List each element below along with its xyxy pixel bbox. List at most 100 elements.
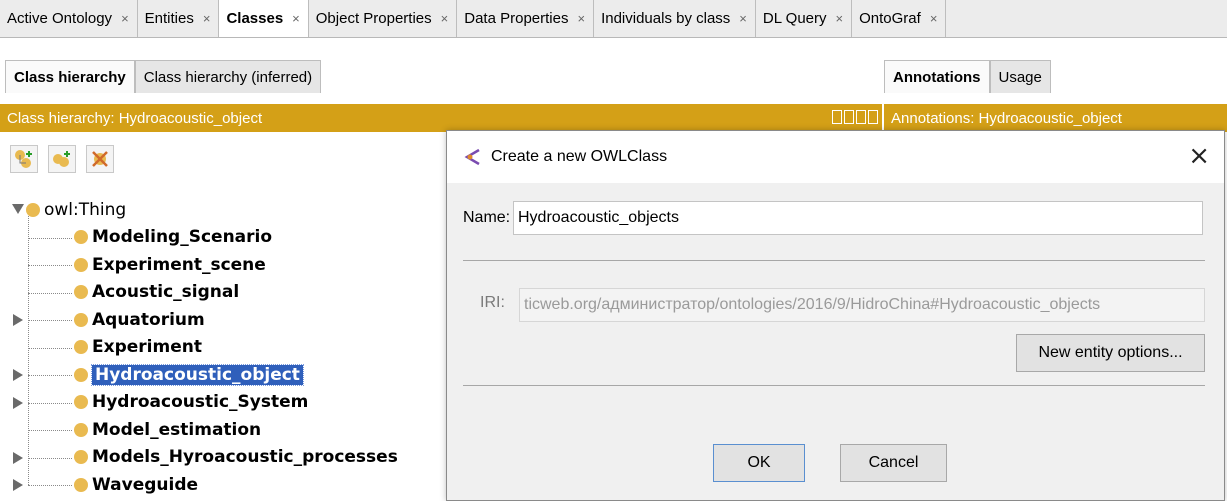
new-entity-options-button[interactable]: New entity options...: [1016, 334, 1205, 372]
tree-node-label: Acoustic_signal: [92, 282, 240, 302]
class-hierarchy-header-title: Class hierarchy: Hydroacoustic_object: [7, 109, 263, 127]
tree-node[interactable]: Models_Hyroacoustic_processes: [74, 444, 398, 471]
class-icon: [74, 367, 88, 382]
annotations-header: Annotations: Hydroacoustic_object: [884, 104, 1227, 132]
class-icon: [74, 450, 88, 464]
tree-connector: [28, 292, 72, 294]
tree-node-root[interactable]: owl:Thing: [26, 196, 126, 223]
iri-field: ticweb.org/администратор/ontologies/2016…: [519, 288, 1205, 322]
separator: [463, 260, 1205, 261]
tab-close-icon[interactable]: ×: [203, 11, 211, 26]
tree-connector: [28, 347, 72, 349]
main-tab-bar: Active Ontology × Entities × Classes × Object …: [0, 0, 1227, 38]
tree-connector: [28, 237, 72, 239]
tab-ontograf[interactable]: OntoGraf ×: [852, 0, 947, 37]
name-label: Name:: [463, 209, 511, 226]
tab-close-icon[interactable]: ×: [739, 11, 747, 26]
class-hierarchy-toolbar: [10, 145, 114, 173]
tab-close-icon[interactable]: ×: [836, 11, 844, 26]
tab-dl-query[interactable]: DL Query ×: [756, 0, 853, 37]
view-close-icon[interactable]: [868, 110, 878, 124]
delete-class-button[interactable]: [86, 145, 114, 173]
view-window-buttons[interactable]: [832, 110, 878, 124]
ok-button[interactable]: OK: [713, 444, 805, 482]
tree-connector: [28, 485, 72, 486]
tab-close-icon[interactable]: ×: [930, 11, 938, 26]
subtab-class-hierarchy-inferred[interactable]: Class hierarchy (inferred): [134, 60, 322, 93]
dialog-title-bar: Create a new OWLClass: [447, 131, 1224, 183]
tree-node-label: Waveguide: [92, 474, 199, 495]
subtab-usage[interactable]: Usage: [989, 60, 1051, 93]
tab-close-icon[interactable]: ×: [441, 11, 449, 26]
annotations-subtabs: Annotations Usage: [884, 60, 1051, 93]
tab-close-icon[interactable]: ×: [292, 11, 300, 26]
tree-node[interactable]: Aquatorium: [74, 306, 205, 333]
tree-connector: [28, 320, 72, 321]
cancel-button[interactable]: Cancel: [840, 444, 947, 482]
subtab-class-hierarchy[interactable]: Class hierarchy: [5, 60, 135, 93]
add-subclass-button[interactable]: [10, 145, 38, 173]
tab-individuals-by-class[interactable]: Individuals by class ×: [594, 0, 756, 37]
tab-object-properties[interactable]: Object Properties ×: [309, 0, 458, 37]
tree-node-label: Experiment: [92, 337, 202, 357]
expand-toggle-icon[interactable]: [13, 396, 23, 409]
tab-label: Active Ontology: [7, 10, 113, 27]
tree-node[interactable]: Acoustic_signal: [74, 279, 239, 306]
tab-close-icon[interactable]: ×: [121, 11, 129, 26]
tree-node-label: Models_Hyroacoustic_processes: [92, 447, 398, 467]
expand-toggle-icon[interactable]: [13, 314, 23, 326]
expand-toggle-icon[interactable]: [13, 479, 23, 491]
class-icon: [74, 230, 88, 244]
view-minimize-icon[interactable]: [844, 110, 854, 124]
tree-node[interactable]: Model_estimation: [74, 416, 261, 443]
tree-connector: [28, 430, 72, 431]
tab-classes[interactable]: Classes ×: [219, 0, 309, 37]
tree-node-label: Modeling_Scenario: [92, 227, 273, 247]
dialog-close-icon[interactable]: ×: [1188, 143, 1210, 169]
iri-label: IRI:: [480, 294, 505, 311]
view-maximize-icon[interactable]: [856, 110, 866, 124]
add-sibling-class-icon: [53, 151, 70, 167]
tree-node[interactable]: Experiment: [74, 334, 202, 361]
name-input-value: Hydroacoustic_objects: [518, 209, 679, 226]
expand-toggle-icon[interactable]: [13, 451, 23, 464]
tree-connector: [28, 375, 72, 376]
create-owlclass-dialog: Create a new OWLClass × Name: Hydroacous…: [446, 130, 1225, 501]
separator: [463, 385, 1205, 386]
tree-node-label: owl:Thing: [44, 199, 127, 220]
class-hierarchy-subtabs: Class hierarchy Class hierarchy (inferre…: [5, 60, 322, 93]
tab-entities[interactable]: Entities ×: [138, 0, 220, 37]
tree-node[interactable]: Waveguide: [74, 471, 198, 498]
tree-node[interactable]: Hydroacoustic_object: [74, 361, 304, 388]
expand-toggle-icon[interactable]: [12, 204, 24, 214]
subtab-annotations[interactable]: Annotations: [884, 60, 990, 93]
class-icon: [26, 202, 40, 217]
tab-data-properties[interactable]: Data Properties ×: [457, 0, 595, 37]
tab-label: Object Properties: [315, 10, 432, 27]
tree-node[interactable]: Hydroacoustic_System: [74, 389, 308, 416]
tree-connector: [28, 457, 72, 459]
tree-node[interactable]: Experiment_scene: [74, 251, 266, 278]
tab-label: DL Query: [762, 10, 827, 27]
tree-connector: [28, 402, 72, 404]
tab-label: Classes: [226, 10, 284, 27]
expand-toggle-icon[interactable]: [13, 369, 23, 381]
dialog-title: Create a new OWLClass: [491, 148, 668, 165]
tab-close-icon[interactable]: ×: [577, 11, 585, 26]
tab-label: Entities: [144, 10, 194, 27]
tab-active-ontology[interactable]: Active Ontology ×: [0, 0, 138, 37]
name-input[interactable]: Hydroacoustic_objects: [513, 201, 1203, 235]
tree-node-label: Hydroacoustic_System: [92, 392, 309, 412]
class-hierarchy-header: Class hierarchy: Hydroacoustic_object: [0, 104, 882, 132]
tree-node-label: Aquatorium: [92, 309, 205, 330]
view-split-icon[interactable]: [832, 110, 842, 124]
protege-logo-icon: [464, 148, 480, 166]
tree-node-label: Model_estimation: [92, 419, 262, 440]
tab-label: OntoGraf: [859, 10, 921, 27]
add-sibling-class-button[interactable]: [48, 145, 76, 173]
tab-label: Data Properties: [464, 10, 569, 27]
delete-class-icon: [92, 151, 108, 167]
tree-node[interactable]: Modeling_Scenario: [74, 224, 272, 251]
tree-node-label: Hydroacoustic_object: [91, 363, 304, 386]
add-subclass-icon: [15, 150, 32, 168]
